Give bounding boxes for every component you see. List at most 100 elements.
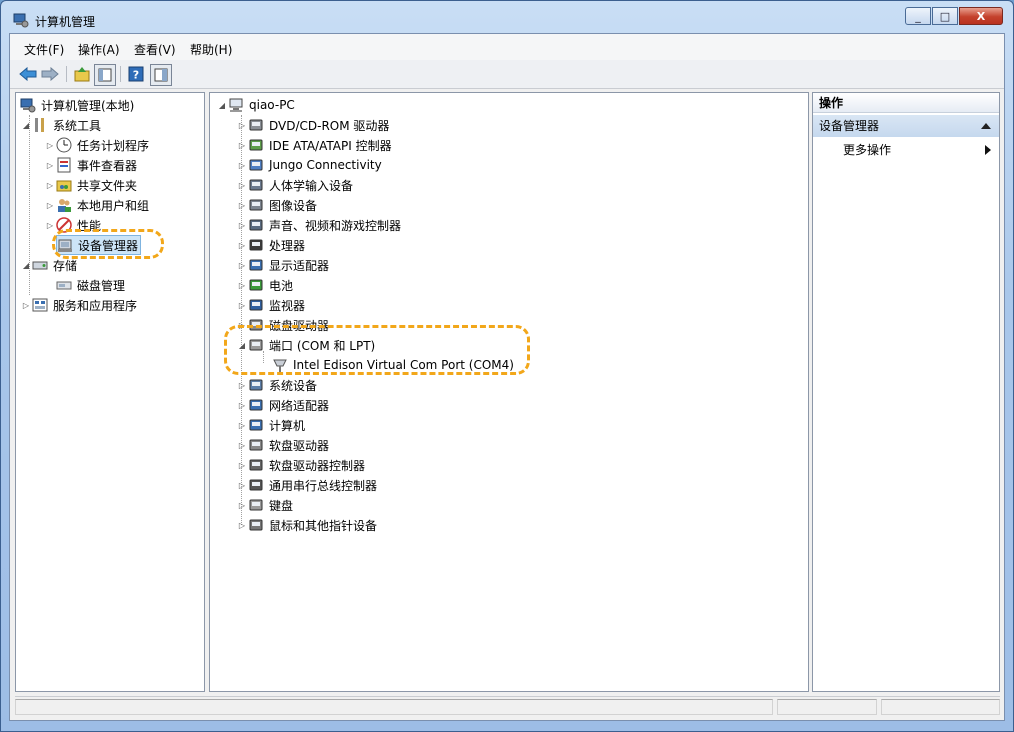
collapsed-arrow-icon[interactable]: ▷ <box>236 141 248 150</box>
tree-item-local-users[interactable]: ▷ 本地用户和组 <box>44 195 151 215</box>
collapsed-arrow-icon[interactable]: ▷ <box>236 441 248 450</box>
tree-item-shared-folders[interactable]: ▷ 共享文件夹 <box>44 175 139 195</box>
device-category-label: 键盘 <box>269 498 294 513</box>
expanded-arrow-icon[interactable]: ◢ <box>20 121 32 130</box>
expanded-arrow-icon[interactable]: ◢ <box>236 341 248 350</box>
collapse-icon[interactable] <box>981 123 991 129</box>
collapsed-arrow-icon[interactable]: ▷ <box>236 401 248 410</box>
device-category-label: 软盘驱动器 <box>269 438 330 453</box>
device-item-label: Intel Edison Virtual Com Port (COM4) <box>293 358 514 372</box>
mouse-icon <box>249 519 263 531</box>
device-category-row[interactable]: ▷ DVD/CD-ROM 驱动器 <box>236 115 391 135</box>
tree-item-event-viewer[interactable]: ▷ 事件查看器 <box>44 155 139 175</box>
device-category-row[interactable]: ▷ 键盘 <box>236 495 295 515</box>
collapsed-arrow-icon[interactable]: ▷ <box>236 221 248 230</box>
collapsed-arrow-icon[interactable]: ▷ <box>236 481 248 490</box>
back-button[interactable] <box>18 64 38 84</box>
device-item-edison-com-port[interactable]: Intel Edison Virtual Com Port (COM4) <box>272 355 516 375</box>
device-category-row[interactable]: ▷ 声音、视频和游戏控制器 <box>236 215 403 235</box>
collapsed-arrow-icon[interactable]: ▷ <box>236 201 248 210</box>
tree-storage[interactable]: ◢ 存储 <box>20 255 79 275</box>
collapsed-arrow-icon[interactable]: ▷ <box>236 521 248 530</box>
ide-controller-icon <box>249 139 263 151</box>
title-bar[interactable]: 计算机管理 _ □ X <box>1 1 1013 33</box>
tree-item-task-scheduler[interactable]: ▷ 任务计划程序 <box>44 135 151 155</box>
collapsed-arrow-icon[interactable]: ▷ <box>236 501 248 510</box>
device-category-row[interactable]: ▷ 磁盘驱动器 <box>236 315 331 335</box>
device-category-row[interactable]: ▷ Jungo Connectivity <box>236 155 384 175</box>
actions-group-device-manager[interactable]: 设备管理器 <box>813 115 999 137</box>
processor-icon <box>249 239 263 251</box>
collapsed-arrow-icon[interactable]: ▷ <box>44 141 56 150</box>
collapsed-arrow-icon[interactable]: ▷ <box>236 281 248 290</box>
collapsed-arrow-icon[interactable]: ▷ <box>44 161 56 170</box>
help-button[interactable]: ? <box>126 64 146 84</box>
device-category-row[interactable]: ▷ IDE ATA/ATAPI 控制器 <box>236 135 394 155</box>
collapsed-arrow-icon[interactable]: ▷ <box>44 201 56 210</box>
collapsed-arrow-icon[interactable]: ▷ <box>236 381 248 390</box>
collapsed-arrow-icon[interactable]: ▷ <box>236 301 248 310</box>
computer-management-icon <box>13 13 29 28</box>
properties-button[interactable] <box>150 64 172 86</box>
tree-item-performance[interactable]: ▷ 性能 <box>44 215 103 235</box>
tree-root[interactable]: 计算机管理(本地) <box>20 95 136 115</box>
menu-view[interactable]: 查看(V) <box>134 41 176 58</box>
floppy-drive-icon <box>249 439 263 451</box>
keyboard-icon <box>249 499 263 511</box>
up-folder-icon <box>74 67 90 82</box>
device-category-row[interactable]: ▷ 软盘驱动器 <box>236 435 331 455</box>
collapsed-arrow-icon[interactable]: ▷ <box>236 121 248 130</box>
show-hide-tree-button[interactable] <box>94 64 116 86</box>
device-category-row[interactable]: ▷ 人体学输入设备 <box>236 175 355 195</box>
device-category-row[interactable]: ▷ 系统设备 <box>236 375 319 395</box>
device-category-row[interactable]: ▷ 图像设备 <box>236 195 319 215</box>
collapsed-arrow-icon[interactable]: ▷ <box>236 181 248 190</box>
collapsed-arrow-icon[interactable]: ▷ <box>236 161 248 170</box>
services-icon <box>32 298 48 312</box>
maximize-button[interactable]: □ <box>932 7 958 25</box>
actions-title: 操作 <box>813 93 999 113</box>
device-category-label: 系统设备 <box>269 378 318 393</box>
menu-file[interactable]: 文件(F) <box>24 41 64 58</box>
tools-icon <box>35 118 44 132</box>
collapsed-arrow-icon[interactable]: ▷ <box>236 261 248 270</box>
device-category-row[interactable]: ▷ 网络适配器 <box>236 395 331 415</box>
device-category-label: 图像设备 <box>269 198 318 213</box>
device-category-row[interactable]: ▷ 计算机 <box>236 415 307 435</box>
tree-system-tools[interactable]: ◢ 系统工具 <box>20 115 103 135</box>
collapsed-arrow-icon[interactable]: ▷ <box>44 221 56 230</box>
collapsed-arrow-icon[interactable]: ▷ <box>236 321 248 330</box>
event-viewer-icon <box>57 157 71 173</box>
device-category-row[interactable]: ▷ 监视器 <box>236 295 307 315</box>
device-category-row[interactable]: ▷ 通用串行总线控制器 <box>236 475 379 495</box>
device-category-row[interactable]: ▷ 电池 <box>236 275 295 295</box>
device-category-label: 端口 (COM 和 LPT) <box>269 338 376 353</box>
device-category-row[interactable]: ▷ 显示适配器 <box>236 255 331 275</box>
expanded-arrow-icon[interactable]: ◢ <box>20 261 32 270</box>
close-button[interactable]: X <box>959 7 1003 25</box>
collapsed-arrow-icon[interactable]: ▷ <box>236 461 248 470</box>
collapsed-arrow-icon[interactable]: ▷ <box>20 301 32 310</box>
up-button[interactable] <box>72 64 92 84</box>
device-category-label: 人体学输入设备 <box>269 178 354 193</box>
window: 计算机管理 _ □ X 文件(F) 操作(A) 查看(V) 帮助(H) ? 计算… <box>0 0 1014 732</box>
menu-action[interactable]: 操作(A) <box>78 41 120 58</box>
minimize-button[interactable]: _ <box>905 7 931 25</box>
forward-button[interactable] <box>40 64 60 84</box>
tree-services[interactable]: ▷ 服务和应用程序 <box>20 295 139 315</box>
monitor-icon <box>249 299 263 311</box>
expanded-arrow-icon[interactable]: ◢ <box>216 101 228 110</box>
device-tree-root[interactable]: ◢ qiao-PC <box>216 95 297 115</box>
storage-icon <box>32 261 48 270</box>
tree-item-disk-management[interactable]: 磁盘管理 <box>56 275 127 295</box>
device-category-row[interactable]: ▷ 处理器 <box>236 235 307 255</box>
collapsed-arrow-icon[interactable]: ▷ <box>236 241 248 250</box>
collapsed-arrow-icon[interactable]: ▷ <box>236 421 248 430</box>
more-actions-item[interactable]: 更多操作 <box>843 141 891 158</box>
device-category-row[interactable]: ▷ 鼠标和其他指针设备 <box>236 515 379 535</box>
collapsed-arrow-icon[interactable]: ▷ <box>44 181 56 190</box>
menu-help[interactable]: 帮助(H) <box>190 41 232 58</box>
device-category-row[interactable]: ◢ 端口 (COM 和 LPT) <box>236 335 377 355</box>
device-category-row[interactable]: ▷ 软盘驱动器控制器 <box>236 455 367 475</box>
tree-item-device-manager[interactable]: 设备管理器 <box>56 235 142 255</box>
